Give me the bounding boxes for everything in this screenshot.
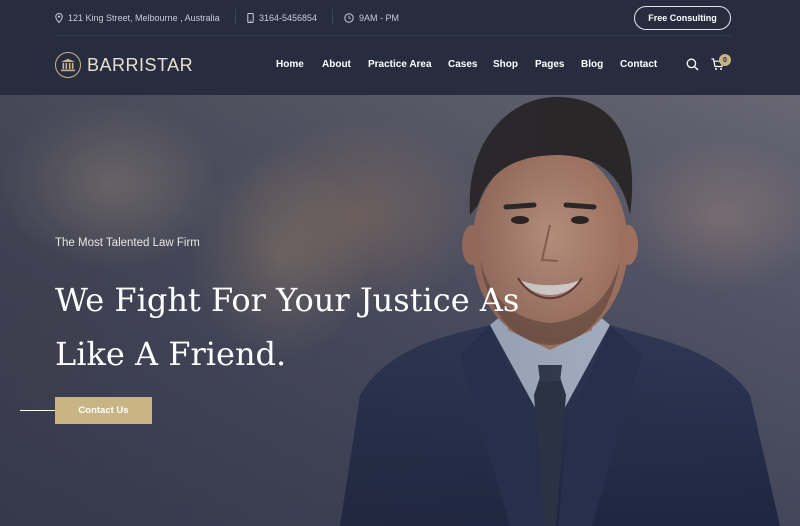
phone-icon	[247, 12, 254, 23]
cart-count-badge: 0	[719, 54, 731, 66]
hero-tagline: The Most Talented Law Firm	[55, 237, 200, 249]
main-navbar: BARRISTAR Home About Practice Area Cases…	[0, 36, 800, 95]
hero-headline-line-1: We Fight For Your Justice As	[55, 281, 520, 319]
search-icon[interactable]	[686, 58, 699, 71]
nav-item-about[interactable]: About	[322, 59, 351, 73]
contact-us-button[interactable]: Contact Us	[55, 397, 152, 424]
location-pin-icon	[55, 12, 63, 23]
brand-name: BARRISTAR	[87, 54, 194, 75]
top-info-bar: 121 King Street, Melbourne , Australia 3…	[0, 0, 800, 35]
hero-section: The Most Talented Law Firm We Fight For …	[0, 95, 800, 526]
address-text: 121 King Street, Melbourne , Australia	[68, 12, 220, 23]
hours-info: 9AM - PM	[344, 11, 399, 24]
hero-headline-line-2: Like A Friend.	[55, 335, 287, 373]
nav-item-blog[interactable]: Blog	[581, 59, 603, 73]
nav-item-cases[interactable]: Cases	[448, 59, 477, 73]
nav-item-contact[interactable]: Contact	[620, 59, 657, 73]
nav-item-pages[interactable]: Pages	[535, 59, 564, 73]
clock-icon	[344, 12, 354, 23]
address-info: 121 King Street, Melbourne , Australia	[55, 11, 220, 24]
brand-logo[interactable]: BARRISTAR	[55, 52, 193, 78]
divider	[332, 9, 333, 25]
hours-text: 9AM - PM	[359, 12, 400, 23]
courthouse-logo-icon	[55, 52, 81, 78]
free-consulting-button[interactable]: Free Consulting	[634, 6, 731, 30]
phone-info: 3164-5456854	[247, 11, 317, 24]
hero-headline: We Fight For Your Justice As Like A Frie…	[55, 273, 525, 381]
divider	[235, 9, 236, 25]
nav-item-shop[interactable]: Shop	[493, 59, 518, 73]
phone-text[interactable]: 3164-5456854	[259, 13, 317, 23]
nav-item-practice-area[interactable]: Practice Area	[368, 59, 432, 73]
nav-item-home[interactable]: Home	[276, 59, 304, 73]
